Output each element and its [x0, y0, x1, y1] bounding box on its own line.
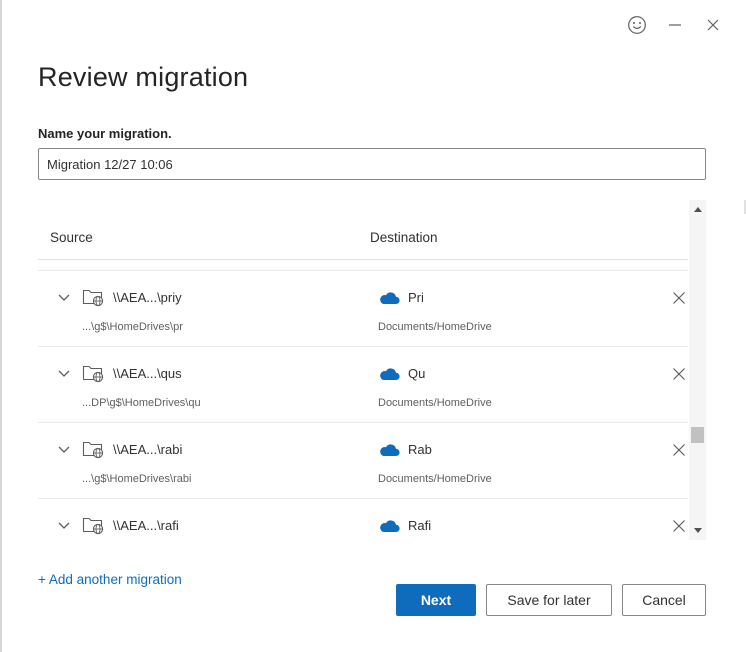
- next-button[interactable]: Next: [396, 584, 476, 616]
- close-icon[interactable]: [702, 14, 724, 36]
- scroll-up-arrow-icon[interactable]: [689, 202, 706, 216]
- source-path: ...DP\g$\HomeDrives\qu: [82, 397, 201, 409]
- source-path: ...\g$\HomeDrives\rabi: [82, 473, 192, 485]
- remove-row-icon[interactable]: [671, 290, 687, 306]
- column-header-destination: Destination: [370, 230, 438, 245]
- chevron-down-icon[interactable]: [56, 289, 72, 305]
- window-border: [0, 0, 2, 652]
- vertical-scrollbar[interactable]: [689, 200, 706, 540]
- source-name: \\AEA...\qus: [113, 366, 182, 381]
- table-rows: \\AEA...\priy ...\g$\HomeDrives\pr Pri D…: [38, 270, 688, 540]
- network-folder-icon: [82, 517, 104, 535]
- chevron-down-icon[interactable]: [56, 365, 72, 381]
- cancel-button[interactable]: Cancel: [622, 584, 706, 616]
- scrollbar-thumb[interactable]: [691, 427, 704, 443]
- migration-name-label: Name your migration.: [38, 126, 172, 141]
- table-row: \\AEA...\rabi ...\g$\HomeDrives\rabi Rab…: [38, 422, 688, 498]
- source-name: \\AEA...\rabi: [113, 442, 183, 457]
- remove-row-icon[interactable]: [671, 518, 687, 534]
- destination-name: Pri: [408, 290, 424, 305]
- window-controls: [626, 14, 724, 36]
- destination-name: Qu: [408, 366, 426, 381]
- add-another-migration-link[interactable]: + Add another migration: [38, 572, 182, 587]
- remove-row-icon[interactable]: [671, 442, 687, 458]
- chevron-down-icon[interactable]: [56, 441, 72, 457]
- save-for-later-button[interactable]: Save for later: [486, 584, 612, 616]
- table-header: Source Destination: [38, 200, 688, 260]
- onedrive-cloud-icon: [380, 292, 400, 304]
- scroll-down-arrow-icon[interactable]: [689, 524, 706, 538]
- network-folder-icon: [82, 289, 104, 307]
- table-row: \\AEA...\qus ...DP\g$\HomeDrives\qu Qu D…: [38, 346, 688, 422]
- table-row: \\AEA...\priy ...\g$\HomeDrives\pr Pri D…: [38, 270, 688, 346]
- source-name: \\AEA...\rafi: [113, 518, 179, 533]
- page-title: Review migration: [38, 62, 249, 92]
- source-name: \\AEA...\priy: [113, 290, 182, 305]
- onedrive-cloud-icon: [380, 444, 400, 456]
- smiley-feedback-icon[interactable]: [626, 14, 648, 36]
- destination-name: Rab: [408, 442, 432, 457]
- onedrive-cloud-icon: [380, 368, 400, 380]
- destination-path: Documents/HomeDrive: [378, 397, 492, 409]
- minimize-icon[interactable]: [664, 14, 686, 36]
- remove-row-icon[interactable]: [671, 366, 687, 382]
- chevron-down-icon[interactable]: [56, 517, 72, 533]
- onedrive-cloud-icon: [380, 520, 400, 532]
- destination-name: Rafi: [408, 518, 432, 533]
- migration-name-input[interactable]: [38, 148, 706, 180]
- source-path: ...\g$\HomeDrives\pr: [82, 321, 183, 333]
- network-folder-icon: [82, 441, 104, 459]
- destination-path: Documents/HomeDrive: [378, 321, 492, 333]
- table-row: \\AEA...\rafi Rafi: [38, 498, 688, 540]
- destination-path: Documents/HomeDrive: [378, 473, 492, 485]
- header-divider: [38, 259, 688, 260]
- network-folder-icon: [82, 365, 104, 383]
- column-header-source: Source: [50, 230, 93, 245]
- migration-table: Source Destination \\AEA...\priy ...\g$\…: [38, 200, 706, 540]
